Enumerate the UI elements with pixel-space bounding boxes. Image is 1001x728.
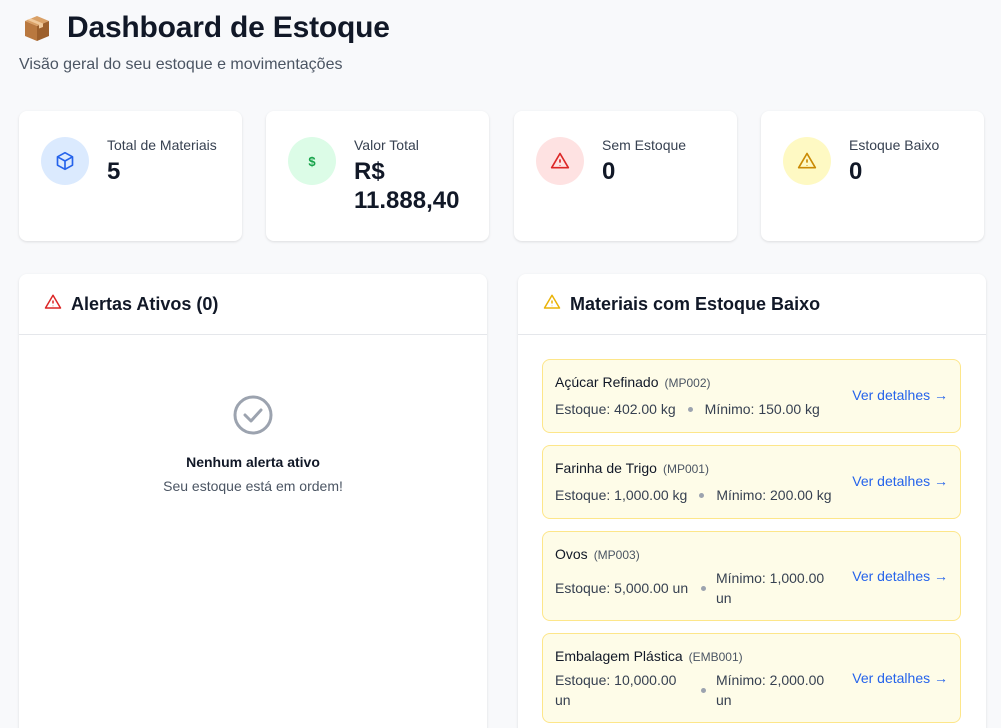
minimum-quantity: Mínimo: 2,000.00 un xyxy=(716,672,825,708)
view-details-link[interactable]: Ver detalhes → xyxy=(852,387,948,403)
stat-card-total-materials: Total de Materiais 5 xyxy=(19,111,242,241)
page-title: Dashboard de Estoque xyxy=(67,11,390,44)
alerts-panel: Alertas Ativos (0) Nenhum alerta ativo S… xyxy=(19,274,487,728)
stat-value: R$ 11.888,40 xyxy=(354,158,460,214)
alerts-panel-header: Alertas Ativos (0) xyxy=(19,274,487,335)
stat-card-out-of-stock: Sem Estoque 0 xyxy=(514,111,737,241)
stat-label: Valor Total xyxy=(354,137,419,153)
cube-icon xyxy=(41,137,89,185)
alert-triangle-icon xyxy=(44,293,62,316)
material-name: Ovos xyxy=(555,546,588,562)
page-subtitle: Visão geral do seu estoque e movimentaçõ… xyxy=(19,56,343,73)
low-stock-title: Materiais com Estoque Baixo xyxy=(570,293,821,314)
minimum-quantity: Mínimo: 200.00 kg xyxy=(716,487,832,503)
alerts-title: Alertas Ativos (0) xyxy=(71,293,219,314)
check-circle-icon xyxy=(19,394,487,436)
warning-triangle-icon xyxy=(543,293,561,316)
stat-value: 0 xyxy=(602,158,616,185)
stock-quantity: Estoque: 1,000.00 kg xyxy=(555,487,688,503)
stat-card-total-value: $ Valor Total R$ 11.888,40 xyxy=(266,111,489,241)
material-code: (MP001) xyxy=(662,462,709,476)
material-name: Embalagem Plástica xyxy=(555,648,683,664)
stat-card-low-stock: Estoque Baixo 0 xyxy=(761,111,984,241)
dollar-icon: $ xyxy=(288,137,336,185)
list-item: Embalagem Plástica (EMB001) Estoque: 10,0… xyxy=(542,633,961,723)
warning-triangle-icon xyxy=(783,137,831,185)
minimum-quantity: Mínimo: 150.00 kg xyxy=(704,401,820,417)
page-header: Dashboard de Estoque Visão geral do seu … xyxy=(19,10,390,74)
stat-value: 5 xyxy=(107,158,121,185)
alerts-empty-state: Nenhum alerta ativo Seu estoque está em … xyxy=(19,394,487,494)
empty-title: Nenhum alerta ativo xyxy=(186,454,320,470)
material-code: (MP002) xyxy=(664,376,711,390)
empty-text: Seu estoque está em ordem! xyxy=(163,478,343,494)
stat-value: 0 xyxy=(849,158,863,185)
material-code: (MP003) xyxy=(593,548,640,562)
stock-quantity: Estoque: 402.00 kg xyxy=(555,401,676,417)
package-icon xyxy=(19,10,55,46)
low-stock-panel: Materiais com Estoque Baixo Açúcar Refin… xyxy=(518,274,986,728)
alert-triangle-icon xyxy=(536,137,584,185)
stock-quantity: Estoque: 10,000.00 un xyxy=(555,672,677,708)
material-name: Farinha de Trigo xyxy=(555,460,657,476)
view-details-link[interactable]: Ver detalhes → xyxy=(852,670,948,686)
stock-quantity: Estoque: 5,000.00 un xyxy=(555,580,689,596)
material-name: Açúcar Refinado xyxy=(555,374,659,390)
stat-label: Estoque Baixo xyxy=(849,137,940,153)
view-details-link[interactable]: Ver detalhes → xyxy=(852,473,948,489)
list-item: Ovos (MP003) Estoque: 5,000.00 un Mínimo: … xyxy=(542,531,961,621)
view-details-link[interactable]: Ver detalhes → xyxy=(852,568,948,584)
stat-label: Sem Estoque xyxy=(602,137,687,153)
low-stock-panel-header: Materiais com Estoque Baixo xyxy=(518,274,986,335)
list-item: Farinha de Trigo (MP001) Estoque: 1,000.0… xyxy=(542,445,961,519)
minimum-quantity: Mínimo: 1,000.00 un xyxy=(716,570,825,606)
material-code: (EMB001) xyxy=(688,650,743,664)
stat-label: Total de Materiais xyxy=(107,137,217,153)
list-item: Açúcar Refinado (MP002) Estoque: 402.00 k… xyxy=(542,359,961,433)
